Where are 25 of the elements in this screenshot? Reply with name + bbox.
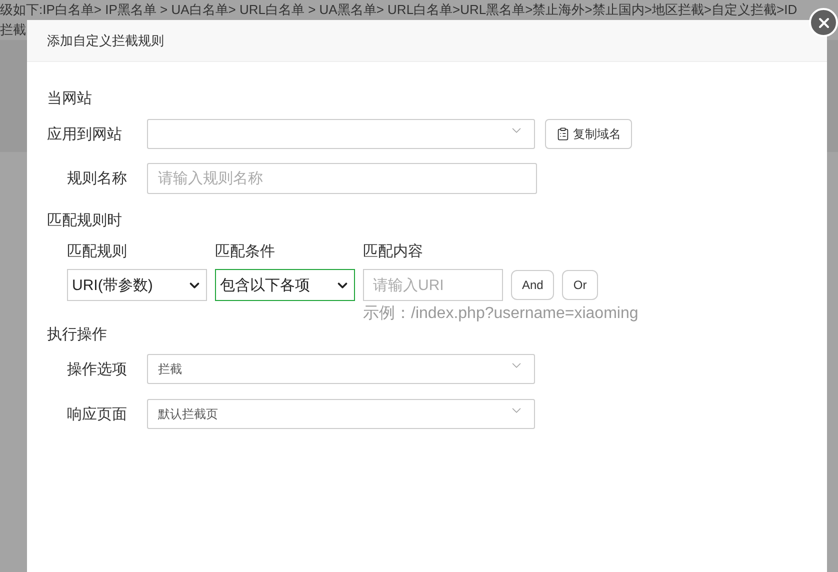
field-label: 响应页面 — [66, 404, 127, 424]
close-button[interactable] — [809, 8, 838, 37]
copy-domain-button[interactable]: 复制域名 — [545, 119, 632, 149]
field-label: 规则名称 — [66, 169, 127, 188]
background-text: 拦截 — [0, 21, 26, 39]
section-heading: 当网站 — [47, 89, 93, 109]
rule-select[interactable]: URI(带参数) — [67, 269, 207, 301]
rule-name-field[interactable]: 请输入规则名称 — [147, 163, 537, 194]
clipboard-icon — [556, 127, 570, 141]
field-label: 应用到网站 — [47, 124, 123, 144]
section-heading: 执行操作 — [47, 325, 108, 345]
breadcrumb-text: 级如下:IP白名单> IP黑名单 > UA白名单> URL白名单 > UA黑名单> URL白名单>URL黑名单>禁止海外>禁止国内>地区拦截>自定义拦截>ID — [0, 1, 798, 19]
condition-select[interactable]: 包含以下各项 — [215, 269, 355, 301]
column-label: 匹配条件 — [215, 242, 276, 261]
section-heading: 匹配规则时 — [47, 211, 123, 231]
example-hint: 示例：/index.php?username=xiaoming — [363, 304, 640, 324]
option-select[interactable]: 默认拦截页 — [147, 399, 535, 429]
dialog-title: 添加自定义拦截规则 — [27, 20, 827, 62]
column-label: 匹配规则 — [67, 242, 128, 261]
logic-button[interactable]: Or — [562, 270, 598, 300]
field-label: 操作选项 — [66, 360, 127, 378]
content-field[interactable]: 请输入URI — [363, 269, 503, 301]
logic-button[interactable]: And — [511, 270, 554, 300]
column-label: 匹配内容 — [363, 242, 424, 261]
option-select[interactable]: 拦截 — [147, 354, 535, 384]
